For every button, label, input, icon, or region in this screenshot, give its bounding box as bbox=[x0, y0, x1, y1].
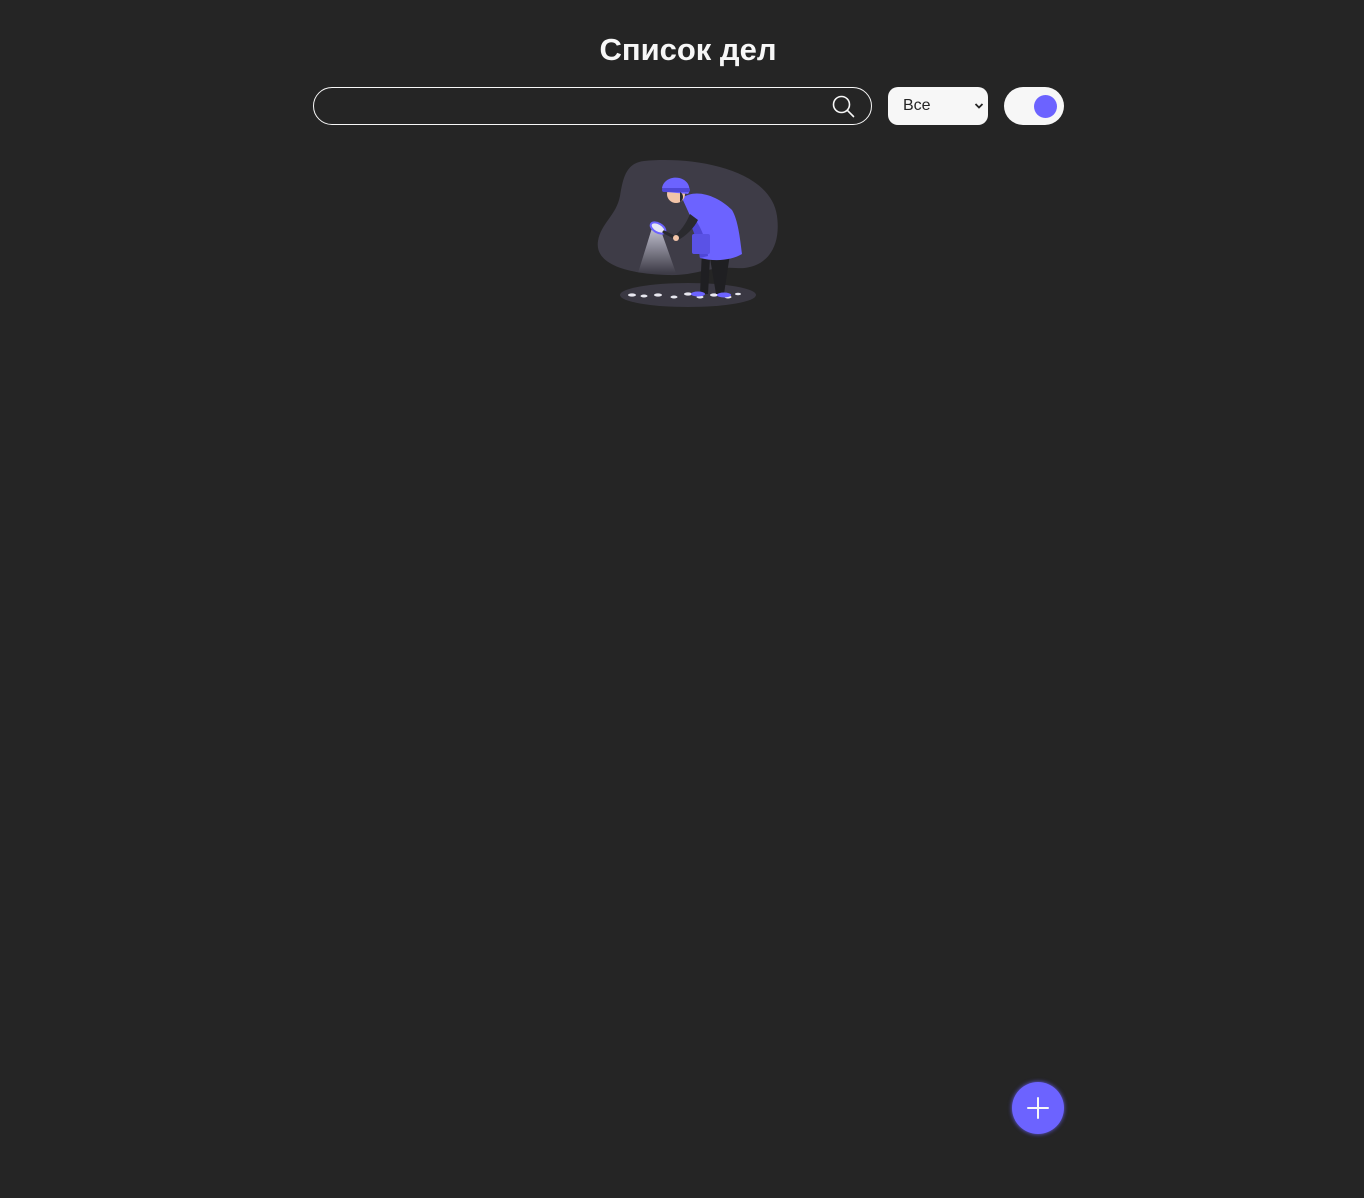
chevron-down-icon bbox=[974, 103, 984, 109]
filter-selected-value: Все bbox=[903, 97, 931, 114]
toggle-knob bbox=[1034, 95, 1057, 118]
search-icon[interactable] bbox=[832, 95, 855, 118]
search-input[interactable] bbox=[328, 88, 832, 126]
plus-icon bbox=[1027, 1097, 1049, 1119]
todo-app: Список дел Все bbox=[0, 0, 1364, 1198]
search-box[interactable] bbox=[313, 87, 872, 126]
detective-searching-illustration bbox=[597, 160, 778, 307]
theme-toggle[interactable] bbox=[1004, 87, 1064, 125]
page-title: Список дел bbox=[599, 32, 777, 67]
add-task-button[interactable] bbox=[1012, 1082, 1064, 1134]
filter-select[interactable]: Все bbox=[888, 87, 988, 125]
